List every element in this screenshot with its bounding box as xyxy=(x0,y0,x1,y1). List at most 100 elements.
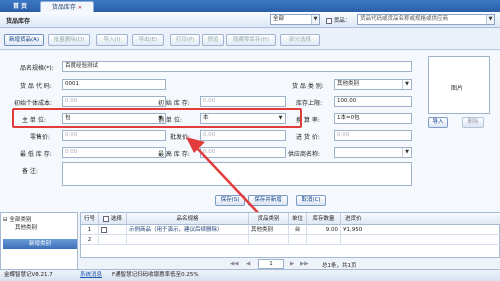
convert-input[interactable]: 1本=0包 xyxy=(334,113,412,124)
delete-picture-button[interactable]: 删除 xyxy=(462,117,484,128)
init-stock-input[interactable]: 0.00 xyxy=(200,96,286,107)
category-value: 其他类别 xyxy=(337,81,360,87)
row-checkbox[interactable] xyxy=(101,226,107,233)
batch-delete-button[interactable]: 批量删除(D) xyxy=(48,34,90,46)
stock-limit-input[interactable]: 100.00 xyxy=(334,96,412,107)
partial-select-button[interactable]: 部分选择 xyxy=(280,34,320,46)
wholesale-label: 批发价: xyxy=(170,134,191,141)
status-bar: 金蝶智慧记V8.21.7 系统消息 F通智慧记扫码收银惠率低至0.25% xyxy=(0,269,500,281)
table-cell-price: ¥1,950 xyxy=(341,225,500,235)
tab-home[interactable]: 首 页 xyxy=(2,1,38,12)
toolbar: 新增货品(A) 批量删除(D) 导入(I) 导出(E) 打印(P) 预览 隐藏零… xyxy=(0,28,500,50)
table-cell-unit xyxy=(289,235,307,245)
tree-root[interactable]: ⊟ 全部类别 xyxy=(3,215,31,223)
init-stock-label: 初 始 库 存: xyxy=(158,100,190,107)
init-cost-label: 初始个体成本: xyxy=(14,100,53,107)
col-header-qty[interactable]: 库存数量 xyxy=(307,213,341,225)
supplier-label: 供应商名称: xyxy=(288,151,321,158)
export-button[interactable]: 导出(E) xyxy=(132,34,164,46)
tree-child[interactable]: 其他类别 xyxy=(15,223,37,231)
table-cell-qty xyxy=(307,235,341,245)
col-header-name[interactable]: 品名规格 xyxy=(127,213,249,225)
table-cell-select xyxy=(99,235,127,245)
status-message: F通智慧记扫码收银惠率低至0.25% xyxy=(112,272,199,278)
table-cell-no: 1 xyxy=(81,225,99,235)
print-button[interactable]: 打印(P) xyxy=(170,34,200,46)
min-stock-input[interactable]: 0.00 xyxy=(62,147,166,158)
purchase-label: 进 货 价: xyxy=(296,134,320,141)
scope-select[interactable]: 全部 ▼ xyxy=(270,14,320,25)
first-page-icon[interactable]: ◀◀ xyxy=(230,261,238,267)
max-stock-label: 最 高 库 存: xyxy=(158,151,190,158)
import-button[interactable]: 导入(I) xyxy=(96,34,128,46)
highlight-box xyxy=(12,108,302,128)
tab-inventory[interactable]: 货品库存 ✕ xyxy=(40,1,94,12)
page-number-input[interactable]: 1 xyxy=(258,259,284,269)
system-message-link[interactable]: 系统消息 xyxy=(80,270,102,281)
note-label: 备 注: xyxy=(22,168,38,175)
table-cell-no: 2 xyxy=(81,235,99,245)
prev-page-icon[interactable]: ◀ xyxy=(246,261,250,267)
col-header-select[interactable]: 选择 xyxy=(99,213,127,225)
lower-panel: ⊟ 全部类别 其他类别 新增类别 行号 选择 品名规格 货品类别 单位 库存数量… xyxy=(0,212,500,270)
col-header-select-label: 选择 xyxy=(110,216,122,222)
cancel-button[interactable]: 取消(C) xyxy=(296,195,326,206)
next-page-icon[interactable]: ▶ xyxy=(290,261,294,267)
table-cell-name[interactable]: 示例商品（用于演示，建议后续删除） xyxy=(127,225,249,235)
col-header-category[interactable]: 货品类别 xyxy=(249,213,289,225)
stock-limit-label: 库存上限: xyxy=(296,100,323,107)
goods-search-placeholder: 货品代码或货品名称或规格或供应商 xyxy=(360,16,449,22)
new-category-button[interactable]: 新增类别 xyxy=(3,239,77,249)
table-cell-category: 其他类别 xyxy=(249,225,289,235)
code-input[interactable]: 0001 xyxy=(62,79,166,90)
goods-filter-checkbox[interactable] xyxy=(326,17,332,24)
select-all-checkbox[interactable] xyxy=(103,215,110,222)
supplier-select[interactable]: ▼ xyxy=(334,147,412,158)
retail-label: 零售价: xyxy=(30,134,51,141)
add-goods-button[interactable]: 新增货品(A) xyxy=(4,34,44,46)
purchase-input[interactable]: 0.00 xyxy=(334,130,412,141)
goods-filter-text: 货品： xyxy=(333,18,351,24)
picture-box[interactable]: 图片 xyxy=(428,56,490,114)
picture-label: 图片 xyxy=(451,85,464,92)
category-label: 货 品 类 别: xyxy=(292,83,324,90)
table-cell-select[interactable] xyxy=(99,225,127,235)
table-cell-category xyxy=(249,235,289,245)
name-label: 品名规格(*): xyxy=(20,65,54,72)
category-tree: ⊟ 全部类别 其他类别 新增类别 xyxy=(0,212,78,270)
max-stock-input[interactable]: 0.00 xyxy=(200,147,286,158)
title-bar: 货品库存 全部 ▼ 货品： 货品代码或货品名称或规格或供应商 ▼ xyxy=(0,12,500,28)
tree-child-label: 其他类别 xyxy=(15,225,38,231)
import-picture-button[interactable]: 导入 xyxy=(428,117,448,128)
min-stock-label: 最 低 库 存: xyxy=(20,151,52,158)
close-icon[interactable]: ✕ xyxy=(78,5,82,11)
table-cell-price xyxy=(341,235,500,245)
retail-input[interactable]: 0.00 xyxy=(62,130,166,141)
col-header-price[interactable]: 进货价 xyxy=(341,213,500,225)
col-header-no[interactable]: 行号 xyxy=(81,213,99,225)
chevron-down-icon: ▼ xyxy=(486,15,494,24)
preview-button[interactable]: 预览 xyxy=(202,34,224,46)
chevron-down-icon: ▼ xyxy=(402,80,411,89)
code-label: 货 品 代 码: xyxy=(20,83,52,90)
save-new-button[interactable]: 保存并新增 xyxy=(248,195,288,206)
table-cell-unit: 台 xyxy=(289,225,307,235)
chevron-down-icon: ▼ xyxy=(402,148,411,157)
app-version: 金蝶智慧记V8.21.7 xyxy=(4,272,53,278)
save-button[interactable]: 保存(S) xyxy=(215,195,245,206)
note-textarea[interactable] xyxy=(62,162,412,186)
chevron-down-icon: ▼ xyxy=(311,15,319,24)
name-input[interactable]: 百度经验测试 xyxy=(62,61,412,72)
table-cell-qty: 9.00 xyxy=(307,225,341,235)
page-total: 总1条，共1页 xyxy=(322,263,357,269)
col-header-unit[interactable]: 单位 xyxy=(289,213,307,225)
wholesale-input[interactable]: 0.00 xyxy=(200,130,286,141)
scope-select-value: 全部 xyxy=(273,16,285,22)
goods-search-input[interactable]: 货品代码或货品名称或规格或供应商 ▼ xyxy=(357,14,495,25)
goods-filter-label: 货品： xyxy=(326,16,350,24)
tab-bar: 首 页 货品库存 ✕ xyxy=(0,0,500,12)
last-page-icon[interactable]: ▶▶ xyxy=(300,261,308,267)
hide-zero-stock-button[interactable]: 隐藏零库存(H) xyxy=(226,34,276,46)
init-cost-input[interactable]: 0.00 xyxy=(62,96,166,107)
category-select[interactable]: 其他类别 ▼ xyxy=(334,79,412,90)
